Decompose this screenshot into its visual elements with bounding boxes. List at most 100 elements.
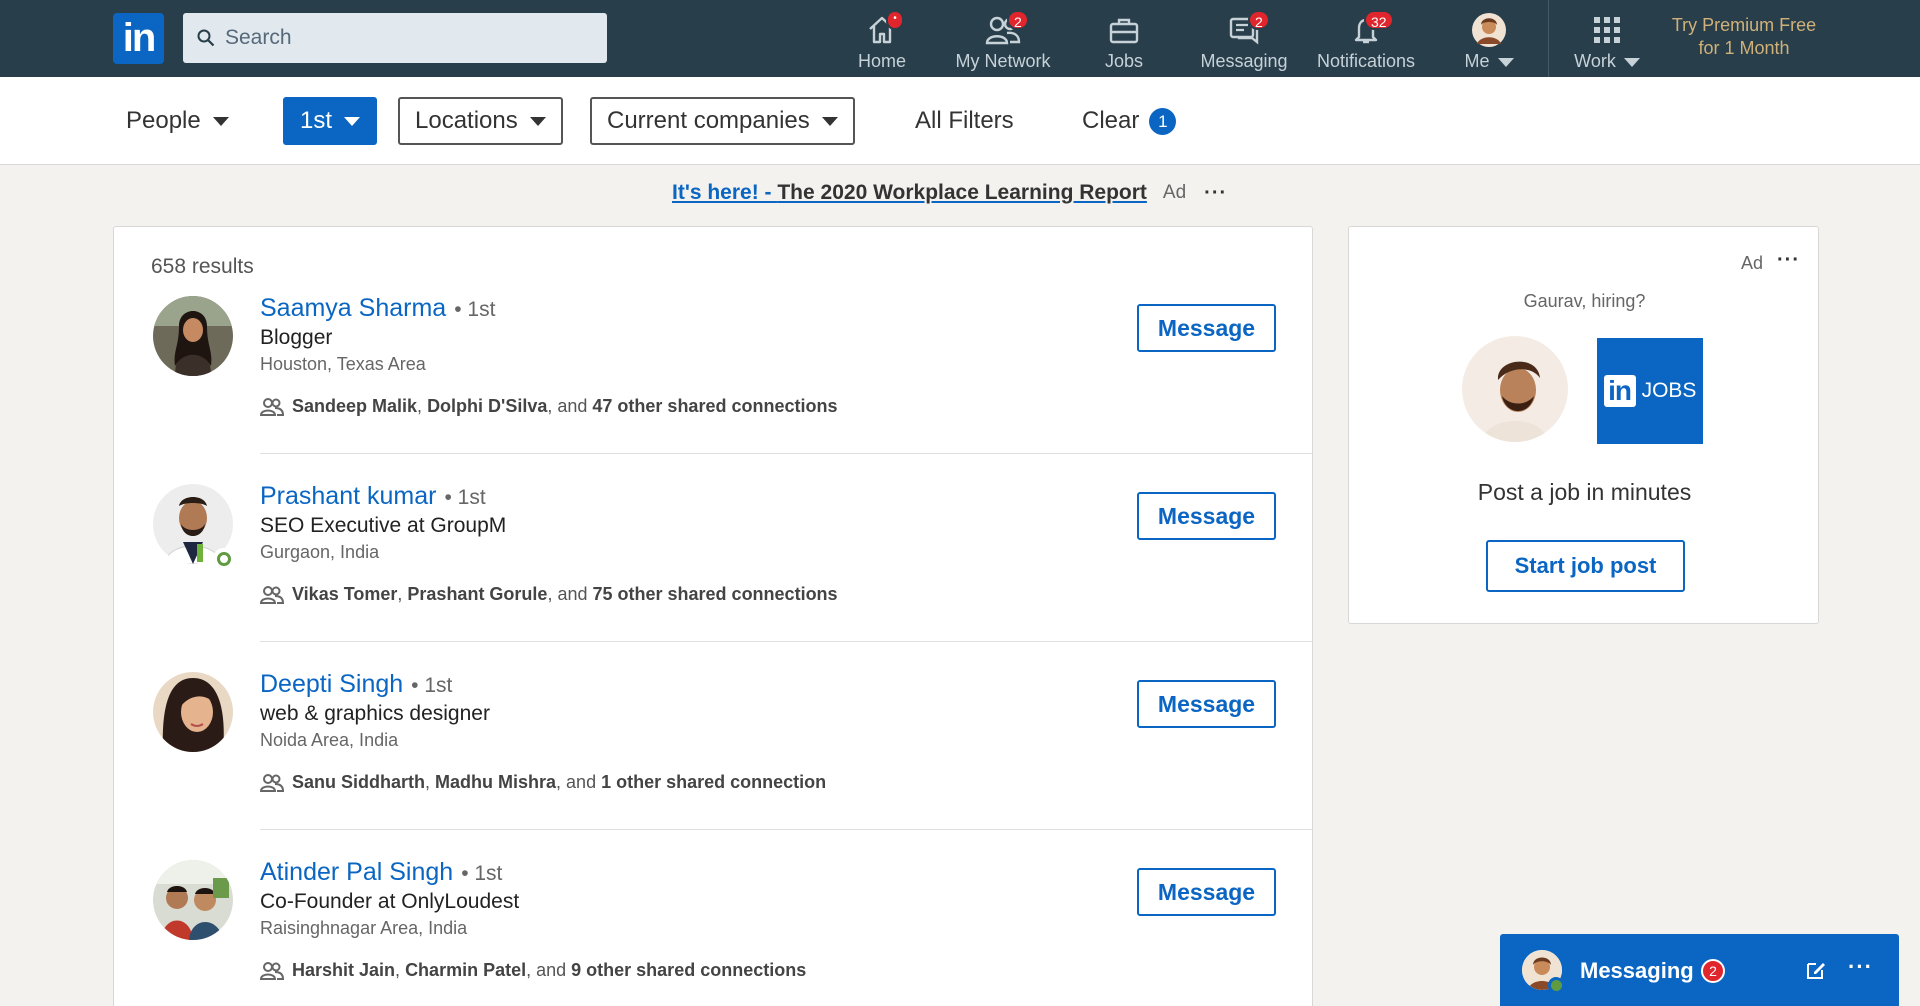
compose-icon[interactable] [1804,958,1828,982]
start-job-post-button[interactable]: Start job post [1486,540,1685,592]
locations-filter[interactable]: Locations [398,97,563,145]
people-filter-label: People [126,107,201,134]
hiring-prompt: Gaurav, hiring? [1523,291,1646,311]
person-location: Noida Area, India [260,730,399,750]
person-name-link[interactable]: Atinder Pal Singh [260,858,453,887]
nav-messaging-label: Messaging [1200,51,1288,71]
profile-photo[interactable] [153,296,233,376]
nav-me-label-wrap: Me [1464,51,1514,72]
nav-work-label: Work [1574,51,1616,71]
messaging-dock[interactable]: Messaging 2 ··· [1500,934,1899,1006]
clear-filters-button[interactable]: Clear 1 [1067,97,1191,145]
connection-degree-filter[interactable]: 1st [283,97,378,145]
shared-connections[interactable]: Sandeep Malik, Dolphi D'Silva, and 47 ot… [260,396,837,417]
clear-filters-label: Clear [1082,107,1140,134]
avatar-icon [1469,12,1509,48]
person-headline: SEO Executive at GroupM [260,514,507,537]
people-icon [260,397,284,416]
shared-connection-name[interactable]: Harshit Jain [292,960,395,981]
shared-connection-name[interactable]: Sandeep Malik [292,396,417,417]
shared-connection-name[interactable]: Charmin Patel [405,960,526,981]
ad-tagline: Post a job in minutes [1477,479,1692,505]
nav-home[interactable]: • Home [852,6,912,72]
nav-me[interactable]: Me [1460,6,1518,72]
search-box[interactable] [183,13,607,63]
person-name-link[interactable]: Prashant kumar [260,482,436,511]
shared-connection-name[interactable]: Vikas Tomer [292,584,397,605]
name-row: Prashant kumar • 1st [260,482,486,511]
shared-connections[interactable]: Sanu Siddharth, Madhu Mishra, and 1 othe… [260,772,826,793]
shared-other-count[interactable]: 9 other shared connections [571,960,806,981]
more-options-icon[interactable]: ··· [1848,954,1873,980]
message-button[interactable]: Message [1137,868,1276,916]
messaging-icon: 2 [1224,10,1270,48]
premium-line-2: for 1 Month [1698,38,1790,58]
online-status-icon [1548,977,1564,993]
people-icon [260,773,284,792]
nav-work[interactable]: Work [1569,6,1645,72]
ad-banner-text: The 2020 Workplace Learning Report [777,181,1147,204]
row-divider [260,453,1313,454]
profile-photo[interactable] [153,672,233,752]
current-companies-label: Current companies [607,107,810,134]
chevron-down-icon [1623,57,1640,67]
shared-and: , and [547,396,593,416]
person-location: Raisinghnagar Area, India [260,918,468,938]
search-input[interactable] [225,26,585,50]
jobs-logo-text: JOBS [1641,379,1697,402]
nav-jobs[interactable]: Jobs [1098,6,1150,72]
messaging-dock-title: Messaging [1580,958,1694,983]
people-icon [260,585,284,604]
shared-other-count[interactable]: 47 other shared connections [592,396,837,417]
person-name-link[interactable]: Deepti Singh [260,670,403,699]
person-headline: web & graphics designer [260,702,490,725]
more-options-icon[interactable]: ··· [1204,182,1227,205]
user-avatar [1462,336,1568,442]
chevron-down-icon [344,116,361,126]
ad-banner: It's here! - The 2020 Workplace Learning… [672,181,1227,205]
nav-my-network[interactable]: 2 My Network [947,6,1059,72]
shared-connection-name[interactable]: Sanu Siddharth [292,772,425,793]
nav-messaging[interactable]: 2 Messaging [1196,6,1292,72]
top-nav: in • Home 2 My Network Jobs 2 Messaging [0,0,1920,77]
shared-other-count[interactable]: 1 other shared connection [601,772,826,793]
connection-degree: • 1st [461,862,503,885]
message-button[interactable]: Message [1137,680,1276,728]
all-filters-label: All Filters [915,107,1014,134]
shared-connection-name[interactable]: Madhu Mishra [435,772,556,793]
people-icon [260,961,284,980]
shared-connections[interactable]: Harshit Jain, Charmin Patel, and 9 other… [260,960,806,981]
current-companies-filter[interactable]: Current companies [590,97,855,145]
shared-connection-name[interactable]: Dolphi D'Silva [427,396,547,417]
try-premium-link[interactable]: Try Premium Free for 1 Month [1656,14,1832,60]
hiring-ad-card: Ad ··· Gaurav, hiring? in JOBS Post a jo… [1348,226,1819,624]
linkedin-logo[interactable]: in [113,13,164,64]
result-item: Prashant kumar • 1st SEO Executive at Gr… [114,482,1313,672]
person-location: Houston, Texas Area [260,354,426,374]
message-button[interactable]: Message [1137,492,1276,540]
shared-other-count[interactable]: 75 other shared connections [593,584,838,605]
people-filter-dropdown[interactable]: People [111,97,244,145]
messaging-badge: 2 [1248,10,1270,30]
shared-and: , and [547,584,593,604]
message-button[interactable]: Message [1137,304,1276,352]
filter-bar: People 1st Locations Current companies A… [0,77,1920,165]
person-name-link[interactable]: Saamya Sharma [260,294,446,323]
shared-connections[interactable]: Vikas Tomer, Prashant Gorule, and 75 oth… [260,584,838,605]
profile-photo[interactable] [153,860,233,940]
shared-connection-name[interactable]: Prashant Gorule [407,584,547,605]
clear-count-badge: 1 [1149,107,1177,135]
nav-me-label: Me [1464,51,1490,71]
more-options-icon[interactable]: ··· [1777,249,1800,272]
nav-notifications[interactable]: 32 Notifications [1311,6,1421,72]
network-icon: 2 [983,10,1029,48]
nav-jobs-label: Jobs [1104,51,1144,71]
nav-my-network-label: My Network [955,51,1051,71]
ad-banner-link[interactable]: It's here! - The 2020 Workplace Learning… [672,181,1147,205]
connection-degree: • 1st [444,486,486,509]
nav-home-label: Home [857,51,906,71]
chevron-down-icon [1497,57,1514,67]
briefcase-icon [1104,12,1144,48]
all-filters-button[interactable]: All Filters [900,97,1029,145]
notifications-badge: 32 [1364,10,1394,30]
